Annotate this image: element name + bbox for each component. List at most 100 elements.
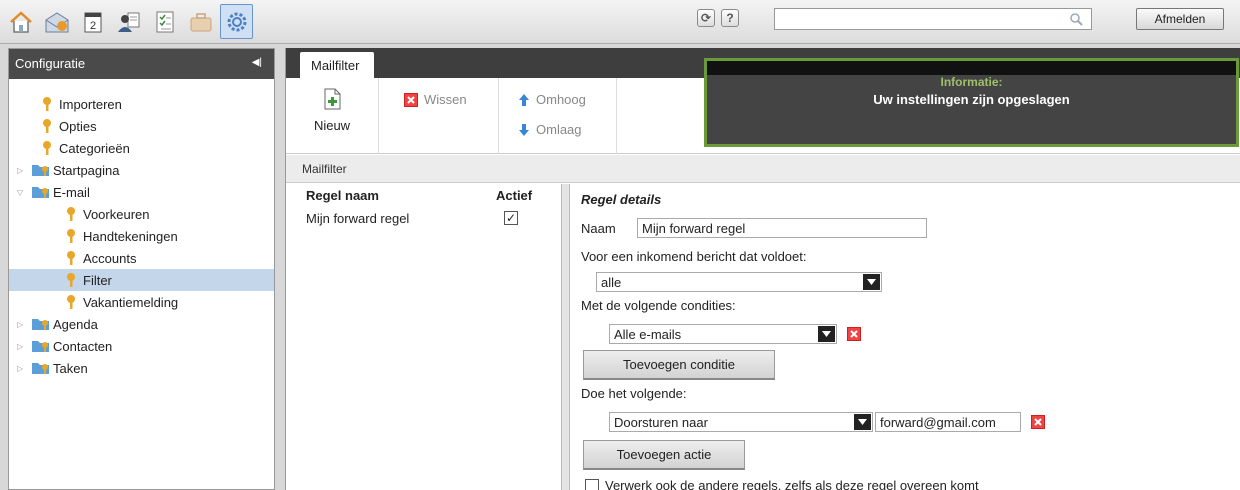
- logout-button[interactable]: Afmelden: [1136, 8, 1224, 30]
- tree-label: Importeren: [59, 96, 122, 112]
- chevron-down-icon: [818, 326, 835, 342]
- rule-name: Mijn forward regel: [306, 210, 410, 226]
- column-header-name: Regel naam: [306, 187, 379, 203]
- home-icon[interactable]: [4, 4, 37, 39]
- folder-key-icon: [31, 163, 51, 177]
- tasks-icon[interactable]: [148, 4, 181, 39]
- config-tree: Importeren Opties Categorieën ▷ Startpag…: [9, 79, 274, 379]
- move-up-button[interactable]: Omhoog: [518, 92, 586, 107]
- tree-item-vakantiemelding[interactable]: Vakantiemelding: [9, 291, 274, 313]
- folder-key-icon: [31, 361, 51, 375]
- table-row[interactable]: Mijn forward regel ✓: [286, 206, 561, 230]
- expand-icon[interactable]: ▷: [17, 320, 31, 329]
- condition-select-value: Alle e-mails: [614, 327, 682, 342]
- key-icon: [65, 250, 79, 266]
- tree-item-accounts[interactable]: Accounts: [9, 247, 274, 269]
- action-select[interactable]: Doorsturen naar: [609, 412, 873, 432]
- remove-condition-icon[interactable]: [847, 327, 861, 341]
- delete-label: Wissen: [424, 92, 467, 107]
- chevron-down-icon: [863, 274, 880, 290]
- contacts-icon[interactable]: [112, 4, 145, 39]
- name-input[interactable]: Mijn forward regel: [637, 218, 927, 238]
- sidebar-title: Configuratie: [15, 56, 86, 71]
- mail-icon[interactable]: [40, 4, 73, 39]
- tree-item-opties[interactable]: Opties: [9, 115, 274, 137]
- list-header: Regel naam Actief: [286, 184, 561, 206]
- delete-icon: [404, 92, 418, 107]
- splitter[interactable]: [562, 184, 570, 490]
- active-checkbox[interactable]: ✓: [504, 211, 518, 225]
- tree-label: Handtekeningen: [83, 228, 178, 244]
- breadcrumb: Mailfilter: [286, 155, 1240, 183]
- search-input[interactable]: [774, 8, 1092, 30]
- continue-checkbox[interactable]: [585, 478, 599, 490]
- tree-label: Accounts: [83, 250, 137, 266]
- info-title: Informatie:: [940, 75, 1003, 89]
- key-icon: [65, 272, 79, 288]
- tab-mailfilter[interactable]: Mailfilter: [300, 52, 374, 78]
- column-header-active: Actief: [496, 187, 533, 203]
- calendar-icon[interactable]: 2: [76, 4, 109, 39]
- tree-item-categorieen[interactable]: Categorieën: [9, 137, 274, 159]
- tree-label: Startpagina: [53, 162, 120, 178]
- search-icon: [1070, 13, 1083, 26]
- arrow-down-icon: [519, 123, 529, 136]
- tree-item-startpagina[interactable]: ▷ Startpagina: [9, 159, 274, 181]
- tree-item-filter[interactable]: Filter: [9, 269, 274, 291]
- do-label: Doe het volgende:: [581, 386, 687, 401]
- tree-item-taken[interactable]: ▷ Taken: [9, 357, 274, 379]
- tree-label: E-mail: [53, 184, 90, 200]
- tree-item-importeren[interactable]: Importeren: [9, 93, 274, 115]
- tree-label: Filter: [83, 272, 112, 288]
- move-down-label: Omlaag: [536, 122, 582, 137]
- tree-label: Taken: [53, 360, 88, 376]
- remove-action-icon[interactable]: [1031, 415, 1045, 429]
- tree-label: Agenda: [53, 316, 98, 332]
- add-action-button[interactable]: Toevoegen actie: [583, 440, 745, 470]
- key-icon: [41, 140, 55, 156]
- condition-select[interactable]: Alle e-mails: [609, 324, 837, 344]
- app-switcher: 2: [4, 4, 253, 39]
- key-icon: [65, 206, 79, 222]
- filter-list: Regel naam Actief Mijn forward regel ✓: [286, 184, 562, 490]
- tree-item-agenda[interactable]: ▷ Agenda: [9, 313, 274, 335]
- tree-item-email[interactable]: ▽ E-mail: [9, 181, 274, 203]
- key-icon: [41, 96, 55, 112]
- folder-key-icon: [31, 185, 51, 199]
- collapse-tree-icon[interactable]: ▽: [17, 188, 31, 197]
- main-panel: Mailfilter Nieuw Wissen Omhoog Omlaag In…: [285, 48, 1240, 490]
- tree-item-handtekeningen[interactable]: Handtekeningen: [9, 225, 274, 247]
- conditions-label: Met de volgende condities:: [581, 298, 736, 313]
- move-down-button[interactable]: Omlaag: [518, 122, 582, 137]
- forward-address-input[interactable]: forward@gmail.com: [875, 412, 1021, 432]
- new-document-icon: [324, 88, 341, 110]
- key-icon: [65, 294, 79, 310]
- new-label: Nieuw: [313, 118, 351, 133]
- move-up-label: Omhoog: [536, 92, 586, 107]
- expand-icon[interactable]: ▷: [17, 342, 31, 351]
- arrow-up-icon: [519, 93, 529, 106]
- settings-icon[interactable]: [220, 4, 253, 39]
- info-notification: Informatie: Uw instellingen zijn opgesla…: [704, 58, 1239, 147]
- expand-icon[interactable]: ▷: [17, 364, 31, 373]
- match-select[interactable]: alle: [596, 272, 882, 292]
- tree-item-voorkeuren[interactable]: Voorkeuren: [9, 203, 274, 225]
- delete-button[interactable]: Wissen: [404, 92, 467, 107]
- briefcase-icon[interactable]: [184, 4, 217, 39]
- tree-label: Vakantiemelding: [83, 294, 179, 310]
- svg-text:2: 2: [89, 20, 95, 32]
- key-icon: [65, 228, 79, 244]
- refresh-icon[interactable]: ⟳: [697, 9, 715, 27]
- key-icon: [41, 118, 55, 134]
- continue-option[interactable]: Verwerk ook de andere regels, zelfs als …: [585, 478, 979, 490]
- tree-item-contacten[interactable]: ▷ Contacten: [9, 335, 274, 357]
- rule-detail-panel: Regel details Naam Mijn forward regel Vo…: [571, 184, 1240, 490]
- name-label: Naam: [581, 221, 616, 236]
- collapse-icon[interactable]: ◀|: [252, 57, 262, 68]
- help-button[interactable]: ?: [721, 9, 739, 27]
- new-button[interactable]: Nieuw: [302, 88, 362, 133]
- folder-key-icon: [31, 339, 51, 353]
- add-condition-button[interactable]: Toevoegen conditie: [583, 350, 775, 380]
- sidebar-header: Configuratie ◀|: [9, 49, 274, 79]
- expand-icon[interactable]: ▷: [17, 166, 31, 175]
